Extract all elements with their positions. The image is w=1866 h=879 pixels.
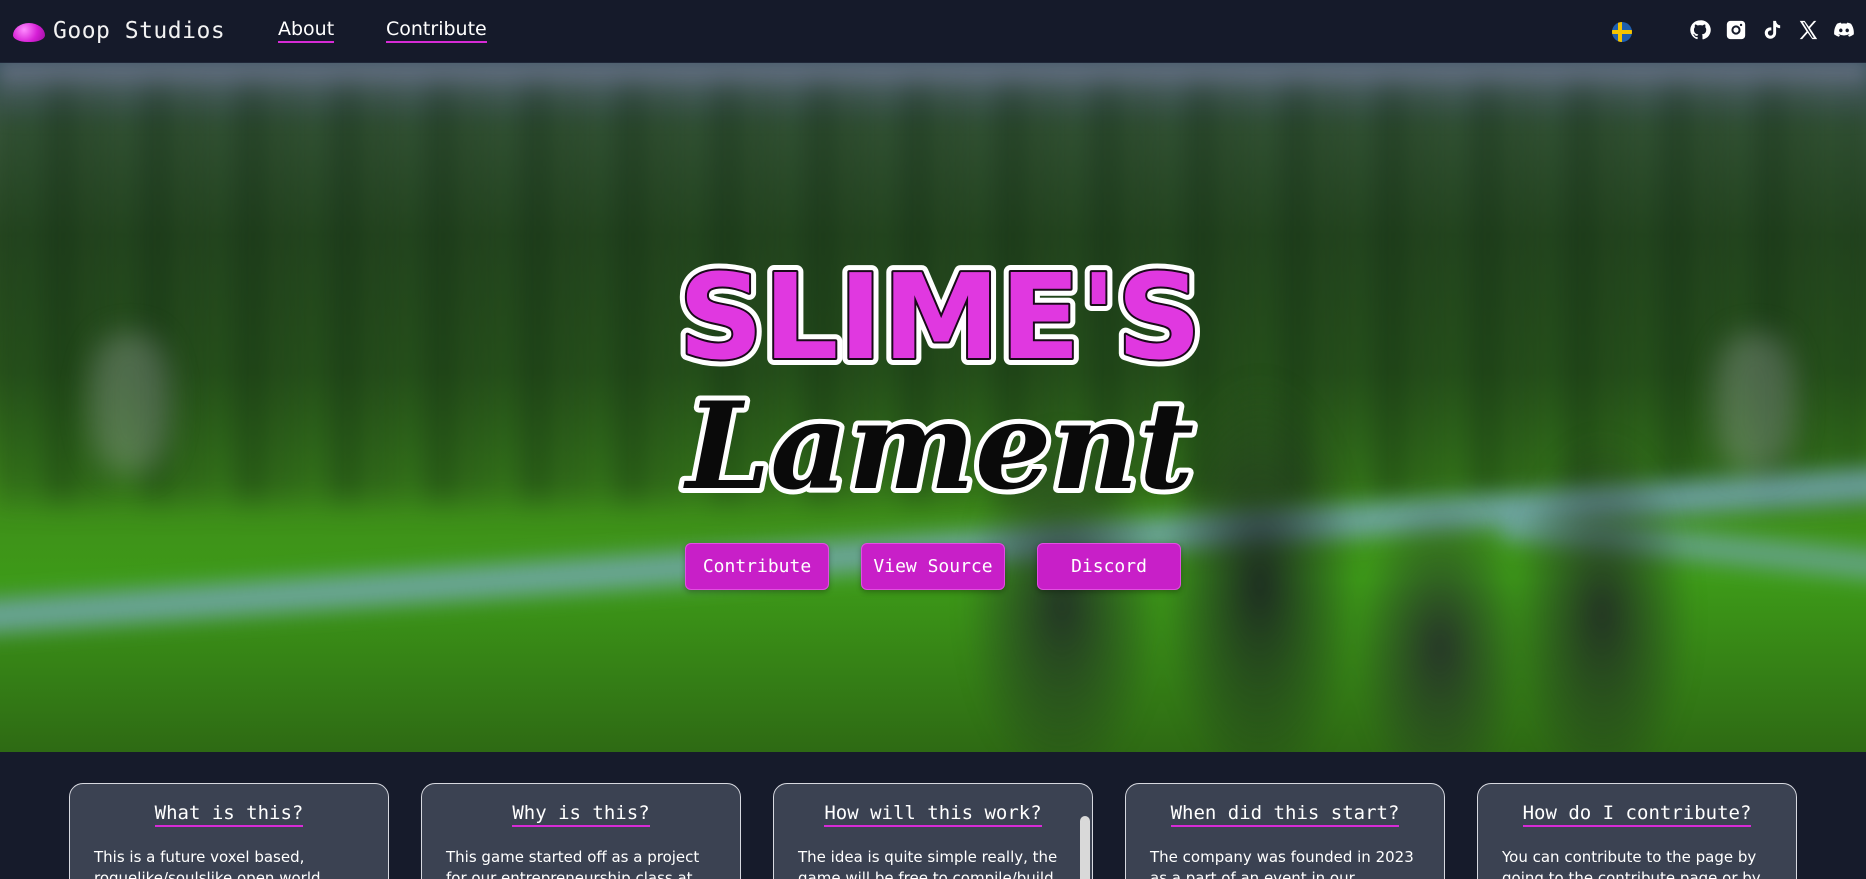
tiktok-icon[interactable] (1760, 18, 1784, 42)
x-icon[interactable] (1796, 18, 1820, 42)
view-source-button[interactable]: View Source (861, 543, 1005, 590)
top-navbar: Goop Studios About Contribute (0, 0, 1866, 63)
card-title: When did this start? (1170, 802, 1400, 827)
logo-title-top-fill: SLIME'S (678, 248, 1201, 386)
brand-name: Goop Studios (53, 18, 226, 44)
card-body: You can contribute to the page by going … (1502, 848, 1761, 879)
info-card-what: What is this? This is a future voxel bas… (69, 783, 389, 879)
github-icon[interactable] (1688, 18, 1712, 42)
card-title: How do I contribute? (1522, 802, 1752, 827)
info-card-why: Why is this? This game started off as a … (421, 783, 741, 879)
hero-banner: SLIME'S SLIME'S Lament Contribute View S… (0, 63, 1866, 752)
discord-button[interactable]: Discord (1037, 543, 1181, 590)
sweden-flag-icon[interactable] (1612, 22, 1632, 42)
social-links (1688, 18, 1856, 42)
card-title: Why is this? (512, 802, 650, 827)
brand[interactable]: Goop Studios (13, 18, 225, 44)
card-body: The idea is quite simple really, the gam… (798, 848, 1058, 879)
card-scrollbar[interactable] (1078, 814, 1092, 879)
logo-title-bottom: Lament (683, 376, 1194, 517)
card-body: This is a future voxel based, roguelike/… (94, 848, 321, 879)
nav-link-about[interactable]: About (278, 18, 335, 43)
card-body: The company was founded in 2023 as a par… (1150, 848, 1414, 879)
info-card-contribute: How do I contribute? You can contribute … (1477, 783, 1797, 879)
card-title: How will this work? (824, 802, 1042, 827)
info-cards: What is this? This is a future voxel bas… (0, 752, 1866, 879)
card-title: What is this? (154, 802, 304, 827)
instagram-icon[interactable] (1724, 18, 1748, 42)
hero-stone (90, 333, 170, 473)
nav-link-contribute[interactable]: Contribute (386, 18, 487, 43)
card-body: This game started off as a project for o… (446, 848, 700, 879)
info-card-how: How will this work? The idea is quite si… (773, 783, 1093, 879)
discord-icon[interactable] (1832, 18, 1856, 42)
hero-buttons: Contribute View Source Discord (0, 543, 1866, 591)
info-card-when: When did this start? The company was fou… (1125, 783, 1445, 879)
contribute-button[interactable]: Contribute (685, 543, 829, 590)
game-logo: SLIME'S SLIME'S Lament (670, 223, 1210, 523)
slime-logo-icon (13, 22, 45, 42)
